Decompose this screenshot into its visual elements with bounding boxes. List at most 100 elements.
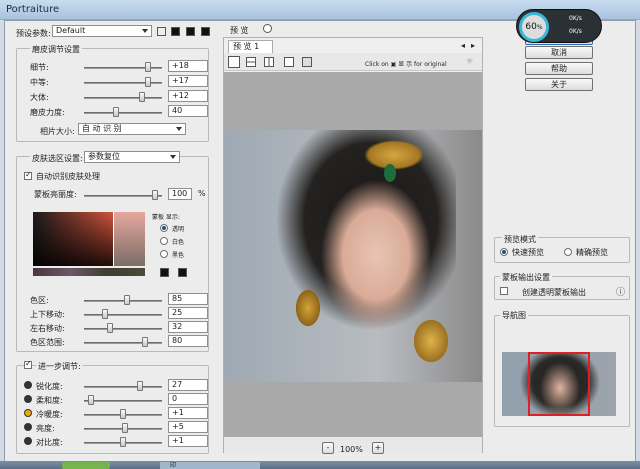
- enhance-checkbox[interactable]: ✓: [24, 359, 32, 369]
- mask-display-radio[interactable]: [160, 250, 168, 258]
- opacity-input[interactable]: 100: [168, 188, 192, 200]
- skin-range-slider-thumb[interactable]: [124, 295, 130, 305]
- transparent-mask-checkbox[interactable]: [500, 287, 508, 295]
- smoothing-slider-track[interactable]: [84, 97, 162, 99]
- smoothing-slider-track[interactable]: [84, 112, 162, 114]
- skin-range-slider-thumb[interactable]: [102, 309, 108, 319]
- zoom-in-button[interactable]: +: [372, 442, 384, 454]
- save-icon[interactable]: [157, 27, 166, 36]
- enhance-value-input[interactable]: 0: [168, 393, 208, 405]
- taskbar: 印: [0, 461, 640, 469]
- taskbar-app-icon[interactable]: [62, 462, 110, 469]
- loading-icon: ✳: [466, 57, 474, 67]
- preview-mode-title: 预览模式: [502, 234, 538, 245]
- mask-display-label: 透明: [172, 226, 185, 233]
- smoothing-label: 中等:: [30, 78, 49, 87]
- skin-color-picker[interactable]: [33, 212, 145, 266]
- eyedropper-minus-icon[interactable]: [178, 268, 187, 277]
- opacity-slider-thumb[interactable]: [152, 190, 158, 200]
- navigator-title: 导航图: [500, 310, 528, 321]
- enhance-slider-thumb[interactable]: [88, 395, 94, 405]
- net-speed-widget: 60% 0K/s 0K/s: [516, 9, 602, 43]
- skin-range-slider-thumb[interactable]: [142, 337, 148, 347]
- add-preview-icon[interactable]: [284, 57, 294, 67]
- smoothing-label: 大体:: [30, 93, 49, 102]
- mask-display-label: 白色: [172, 239, 185, 246]
- enhance-value-input[interactable]: 27: [168, 379, 208, 391]
- size-select[interactable]: 自 动 识 别: [78, 123, 186, 135]
- skin-reset-select[interactable]: 参数复位: [84, 151, 180, 163]
- skin-range-slider-track[interactable]: [84, 328, 162, 330]
- warmth-icon: [24, 409, 32, 417]
- enhance-slider-track[interactable]: [84, 386, 162, 388]
- enhance-slider-thumb[interactable]: [120, 437, 126, 447]
- enhance-slider-thumb[interactable]: [120, 409, 126, 419]
- skin-range-slider-thumb[interactable]: [107, 323, 113, 333]
- smoothing-slider-thumb[interactable]: [145, 62, 151, 72]
- taskbar-item[interactable]: 印: [160, 462, 260, 469]
- enhance-value-input[interactable]: +5: [168, 421, 208, 433]
- skin-range-slider-track[interactable]: [84, 342, 162, 344]
- fast-preview-radio[interactable]: [500, 248, 508, 256]
- net-up-speed: 0K/s: [569, 15, 582, 22]
- preset-select[interactable]: Default: [52, 25, 152, 37]
- tab-nav-right-icon[interactable]: ▸: [471, 41, 475, 50]
- split-horizontal-icon[interactable]: [246, 57, 256, 67]
- enhance-label: 亮度:: [36, 424, 55, 433]
- smoothing-value-input[interactable]: +12: [168, 90, 208, 102]
- smoothing-value-input[interactable]: +18: [168, 60, 208, 72]
- enhance-value-input[interactable]: +1: [168, 407, 208, 419]
- mask-display-radio[interactable]: [160, 237, 168, 245]
- accurate-preview-radio[interactable]: [564, 248, 572, 256]
- mask-display-title: 蒙板 显示:: [152, 214, 180, 221]
- opacity-slider-track[interactable]: [84, 195, 162, 197]
- contrast-icon: [24, 381, 32, 389]
- delete-icon[interactable]: [171, 27, 180, 36]
- mask-display-label: 黑色: [172, 252, 185, 259]
- preview-tab[interactable]: 预 览 1: [228, 40, 273, 53]
- window-title: Portraiture: [6, 4, 60, 15]
- navigator-view-rect[interactable]: [528, 352, 590, 416]
- preview-toggle-icon[interactable]: [263, 24, 272, 33]
- split-vertical-icon[interactable]: [264, 57, 274, 67]
- help-button[interactable]: 帮助: [525, 62, 593, 75]
- accurate-preview-label: 精确预览: [576, 248, 608, 257]
- smoothing-slider-thumb[interactable]: [139, 92, 145, 102]
- export-icon[interactable]: [201, 27, 210, 36]
- eyedropper-icon[interactable]: [160, 268, 169, 277]
- enhance-slider-track[interactable]: [84, 400, 162, 402]
- zoom-level: 100%: [340, 445, 363, 454]
- smoothing-slider-thumb[interactable]: [113, 107, 119, 117]
- auto-skin-checkbox[interactable]: ✓: [24, 170, 32, 180]
- enhance-value-input[interactable]: +1: [168, 435, 208, 447]
- smoothing-value-input[interactable]: +17: [168, 75, 208, 87]
- import-icon[interactable]: [186, 27, 195, 36]
- skin-range-value-input[interactable]: 32: [168, 321, 208, 333]
- brightness-icon: [24, 423, 32, 431]
- skin-hue-bar[interactable]: [33, 268, 145, 276]
- info-icon[interactable]: ⓘ: [616, 285, 625, 298]
- mask-display-radio[interactable]: [160, 224, 168, 232]
- smoothing-slider-thumb[interactable]: [145, 77, 151, 87]
- skin-range-value-input[interactable]: 85: [168, 293, 208, 305]
- preview-hint: Click on ▣ 显 示 for original: [365, 61, 447, 68]
- skin-range-slider-track[interactable]: [84, 300, 162, 302]
- enhance-label: 柔和度:: [36, 396, 63, 405]
- auto-skin-label: 自动识别皮肤处理: [36, 172, 100, 181]
- fast-preview-label: 快速预览: [512, 248, 544, 257]
- single-view-icon[interactable]: [228, 56, 240, 68]
- cancel-button[interactable]: 取消: [525, 46, 593, 59]
- smoothing-value-input[interactable]: 40: [168, 105, 208, 117]
- tab-nav-left-icon[interactable]: ◂: [461, 41, 465, 50]
- skin-range-slider-track[interactable]: [84, 314, 162, 316]
- opacity-label: 蒙板亮丽度:: [34, 190, 77, 199]
- transparent-mask-label: 创建透明蒙板输出: [522, 288, 586, 297]
- skin-range-value-input[interactable]: 80: [168, 335, 208, 347]
- enhance-slider-thumb[interactable]: [122, 423, 128, 433]
- about-button[interactable]: 关于: [525, 78, 593, 91]
- snapshot-icon[interactable]: [302, 57, 312, 67]
- enhance-slider-thumb[interactable]: [137, 381, 143, 391]
- skin-range-value-input[interactable]: 25: [168, 307, 208, 319]
- skin-range-label: 左右移动:: [30, 324, 65, 333]
- zoom-out-button[interactable]: -: [322, 442, 334, 454]
